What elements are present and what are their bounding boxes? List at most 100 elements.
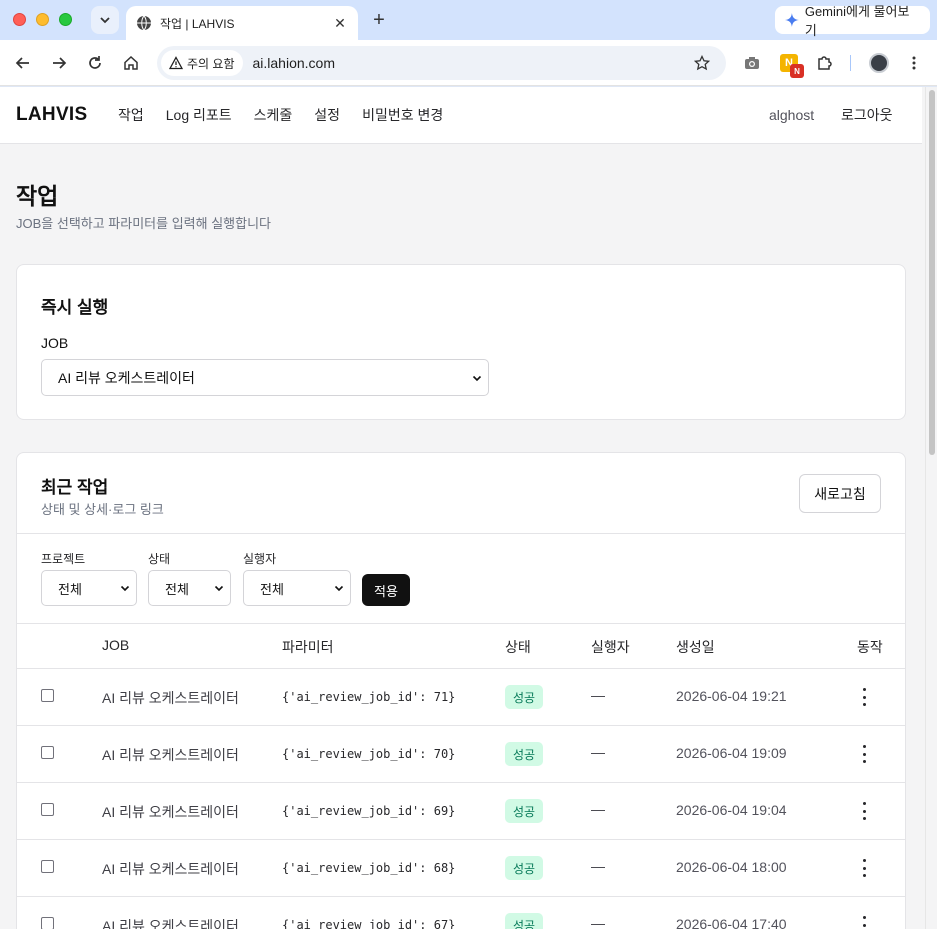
browser-toolbar: 주의 요함 ai.lahion.com N N bbox=[0, 40, 937, 86]
gemini-label: Gemini에게 물어보기 bbox=[804, 4, 910, 38]
row-checkbox[interactable] bbox=[41, 689, 54, 702]
run-now-title: 즉시 실행 bbox=[41, 298, 109, 317]
project-filter-label: 프로젝트 bbox=[41, 552, 86, 566]
back-button[interactable] bbox=[11, 51, 35, 75]
row-checkbox[interactable] bbox=[41, 860, 54, 873]
reload-button[interactable] bbox=[83, 51, 107, 75]
page-scrollbar[interactable] bbox=[925, 87, 937, 929]
row-params: {'ai_review_job_id': 70} bbox=[282, 747, 456, 761]
star-icon bbox=[694, 55, 710, 71]
arrow-left-icon bbox=[15, 57, 29, 69]
row-runner: — bbox=[591, 744, 605, 760]
column-header-created[interactable]: 생성일 bbox=[676, 637, 715, 657]
row-actions-menu-icon[interactable] bbox=[859, 802, 869, 820]
nav-item-change-password[interactable]: 비밀번호 변경 bbox=[362, 105, 443, 125]
table-row[interactable]: AI 리뷰 오케스트레이터 {'ai_review_job_id': 68} 성… bbox=[17, 839, 905, 896]
n-extension-badge: N bbox=[790, 64, 804, 78]
row-job[interactable]: AI 리뷰 오케스트레이터 bbox=[102, 859, 239, 879]
close-window-button[interactable] bbox=[13, 13, 26, 26]
extensions-button[interactable] bbox=[813, 51, 837, 75]
forward-button[interactable] bbox=[47, 51, 71, 75]
username: alghost bbox=[769, 107, 815, 123]
runner-filter-select[interactable]: 전체 bbox=[243, 570, 351, 606]
profile-button[interactable] bbox=[867, 51, 891, 75]
project-filter-select[interactable]: 전체 bbox=[41, 570, 137, 606]
n-extension-button[interactable]: N N bbox=[777, 51, 804, 78]
row-actions-menu-icon[interactable] bbox=[859, 688, 869, 706]
row-created: 2026-06-04 18:00 bbox=[676, 859, 787, 875]
table-row[interactable]: AI 리뷰 오케스트레이터 {'ai_review_job_id': 67} 성… bbox=[17, 896, 905, 929]
table-row[interactable]: AI 리뷰 오케스트레이터 {'ai_review_job_id': 71} 성… bbox=[17, 668, 905, 725]
home-icon bbox=[124, 55, 138, 70]
gemini-button[interactable]: Gemini에게 물어보기 bbox=[775, 4, 930, 38]
row-params: {'ai_review_job_id': 69} bbox=[282, 804, 456, 818]
screenshot-extension-button[interactable] bbox=[740, 51, 764, 75]
nav-item-log-report[interactable]: Log 리포트 bbox=[166, 105, 232, 125]
job-select[interactable]: AI 리뷰 오케스트레이터 bbox=[41, 359, 489, 396]
row-checkbox[interactable] bbox=[41, 803, 54, 816]
minimize-window-button[interactable] bbox=[36, 13, 49, 26]
toolbar-divider bbox=[850, 55, 851, 71]
row-params: {'ai_review_job_id': 68} bbox=[282, 861, 456, 875]
chevron-down-icon bbox=[472, 375, 482, 381]
row-job[interactable]: AI 리뷰 오케스트레이터 bbox=[102, 916, 239, 929]
avatar bbox=[869, 53, 889, 73]
status-badge: 성공 bbox=[505, 913, 544, 929]
column-header-job[interactable]: JOB bbox=[102, 637, 129, 653]
column-header-actions: 동작 bbox=[857, 639, 883, 655]
page-viewport: LAHVIS 작업 Log 리포트 스케줄 설정 비밀번호 변경 alghost… bbox=[0, 87, 937, 929]
nav-item-jobs[interactable]: 작업 bbox=[118, 105, 144, 125]
apply-filter-button[interactable]: 적용 bbox=[362, 574, 410, 606]
runner-filter-value: 전체 bbox=[260, 581, 284, 597]
row-created: 2026-06-04 19:21 bbox=[676, 688, 787, 704]
table-header: JOB 파라미터 상태 실행자 생성일 동작 bbox=[17, 623, 905, 668]
close-tab-icon[interactable]: ✕ bbox=[332, 15, 348, 32]
security-warning-chip[interactable]: 주의 요함 bbox=[161, 50, 243, 76]
row-actions-menu-icon[interactable] bbox=[859, 859, 869, 877]
status-filter-select[interactable]: 전체 bbox=[148, 570, 231, 606]
refresh-button[interactable]: 새로고침 bbox=[799, 474, 881, 513]
home-button[interactable] bbox=[119, 51, 143, 75]
project-filter-value: 전체 bbox=[58, 581, 82, 597]
table-row[interactable]: AI 리뷰 오케스트레이터 {'ai_review_job_id': 70} 성… bbox=[17, 725, 905, 782]
row-runner: — bbox=[591, 801, 605, 817]
browser-menu-button[interactable] bbox=[902, 51, 926, 75]
row-created: 2026-06-04 17:40 bbox=[676, 916, 787, 929]
logout-link[interactable]: 로그아웃 bbox=[841, 105, 893, 125]
run-now-card: 즉시 실행 JOB AI 리뷰 오케스트레이터 bbox=[16, 264, 906, 420]
row-created: 2026-06-04 19:04 bbox=[676, 802, 787, 818]
maximize-window-button[interactable] bbox=[59, 13, 72, 26]
row-job[interactable]: AI 리뷰 오케스트레이터 bbox=[102, 802, 239, 822]
table-row[interactable]: AI 리뷰 오케스트레이터 {'ai_review_job_id': 69} 성… bbox=[17, 782, 905, 839]
row-checkbox[interactable] bbox=[41, 917, 54, 929]
chevron-down-icon bbox=[100, 17, 110, 24]
more-vertical-icon bbox=[912, 56, 916, 70]
status-badge: 성공 bbox=[505, 685, 544, 709]
column-header-params[interactable]: 파라미터 bbox=[282, 637, 334, 657]
row-actions-menu-icon[interactable] bbox=[859, 745, 869, 763]
main-nav: 작업 Log 리포트 스케줄 설정 비밀번호 변경 bbox=[118, 105, 465, 125]
recent-jobs-title: 최근 작업 bbox=[41, 478, 109, 497]
brand-logo[interactable]: LAHVIS bbox=[16, 104, 87, 126]
address-bar[interactable]: 주의 요함 ai.lahion.com bbox=[157, 46, 726, 80]
url-text[interactable]: ai.lahion.com bbox=[253, 55, 691, 71]
row-job[interactable]: AI 리뷰 오케스트레이터 bbox=[102, 745, 239, 765]
status-badge: 성공 bbox=[505, 742, 544, 766]
row-job[interactable]: AI 리뷰 오케스트레이터 bbox=[102, 688, 239, 708]
warning-triangle-icon bbox=[169, 56, 183, 70]
browser-tab[interactable]: 작업 | LAHVIS ✕ bbox=[126, 6, 358, 40]
new-tab-button[interactable]: + bbox=[368, 9, 390, 31]
scrollbar-thumb[interactable] bbox=[929, 90, 935, 455]
tab-search-button[interactable] bbox=[91, 6, 119, 34]
row-checkbox[interactable] bbox=[41, 746, 54, 759]
column-header-runner[interactable]: 실행자 bbox=[591, 637, 630, 657]
column-header-status[interactable]: 상태 bbox=[505, 637, 531, 657]
camera-icon bbox=[745, 57, 759, 69]
nav-item-settings[interactable]: 설정 bbox=[314, 105, 340, 125]
status-badge: 성공 bbox=[505, 799, 544, 823]
row-created: 2026-06-04 19:09 bbox=[676, 745, 787, 761]
row-actions-menu-icon[interactable] bbox=[859, 916, 869, 929]
bookmark-button[interactable] bbox=[690, 55, 714, 71]
nav-item-schedule[interactable]: 스케줄 bbox=[254, 105, 293, 125]
row-params: {'ai_review_job_id': 71} bbox=[282, 690, 456, 704]
